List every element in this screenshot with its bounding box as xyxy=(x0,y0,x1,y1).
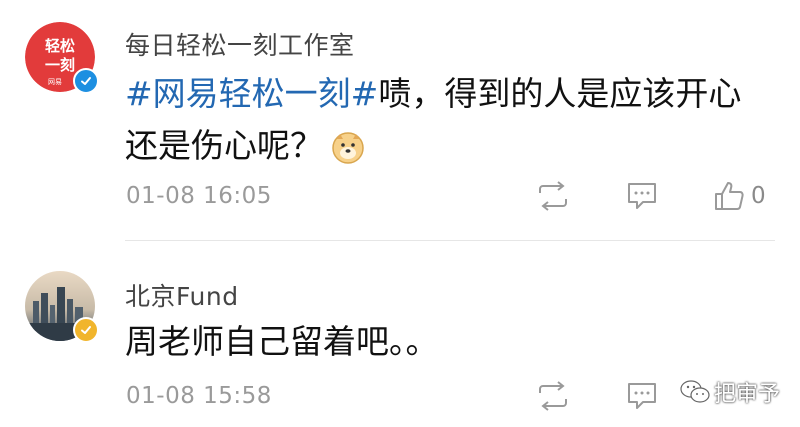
timestamp: 01-08 16:05 xyxy=(126,183,272,209)
username[interactable]: 北京Fund xyxy=(125,277,239,313)
repost-button[interactable] xyxy=(536,180,570,212)
avatar[interactable] xyxy=(25,271,99,343)
post-text: 周老师自己留着吧。。 xyxy=(125,322,439,361)
watermark-text: 把审予 xyxy=(714,382,781,407)
verified-badge-icon xyxy=(73,68,99,94)
comment-button[interactable] xyxy=(625,180,659,212)
username[interactable]: 每日轻松一刻工作室 xyxy=(125,26,355,62)
repost-button[interactable] xyxy=(536,380,570,412)
comment-icon xyxy=(628,183,656,209)
post-content: #网易轻松一刻#啧，得到的人是应该开心还是伤心呢？ xyxy=(125,68,765,172)
thumbs-up-icon xyxy=(715,182,744,210)
like-count: 0 xyxy=(751,183,766,209)
watermark: 把审予 xyxy=(680,376,780,408)
post-meta: 01-08 16:05 0 xyxy=(0,176,800,216)
avatar-label: 网易 xyxy=(48,78,62,86)
comment-button[interactable] xyxy=(625,380,659,412)
hashtag-link[interactable]: #网易轻松一刻# xyxy=(125,74,378,113)
like-button[interactable]: 0 xyxy=(713,180,766,212)
comment-icon xyxy=(628,383,656,409)
verified-badge-icon xyxy=(73,317,99,343)
avatar-text-top: 轻松 xyxy=(45,37,75,55)
doge-icon xyxy=(331,128,365,164)
avatar-text-bottom: 一刻 xyxy=(45,56,75,74)
post-content: 周老师自己留着吧。。 xyxy=(125,316,765,368)
avatar[interactable]: 轻松 一刻 网易 xyxy=(25,22,99,94)
repost-icon xyxy=(539,181,567,211)
post-item: 轻松 一刻 网易 每日轻松一刻工作室 #网易轻松一刻#啧，得到的人是应该开心还是… xyxy=(0,0,800,241)
wechat-icon xyxy=(680,380,710,403)
repost-icon xyxy=(539,381,567,411)
timestamp: 01-08 15:58 xyxy=(126,383,272,409)
